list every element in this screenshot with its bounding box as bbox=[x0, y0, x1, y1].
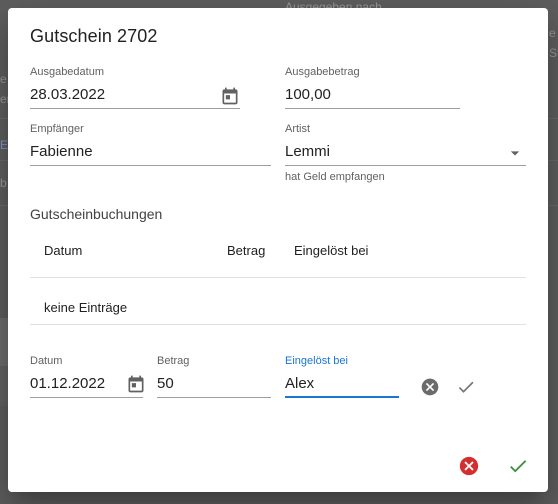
artist-hint: hat Geld empfangen bbox=[285, 171, 385, 183]
column-header-redeemed-at[interactable]: Eingelöst bei bbox=[294, 243, 368, 258]
artist-select[interactable]: Artist Lemmi bbox=[285, 123, 526, 169]
save-dialog-button[interactable] bbox=[505, 453, 531, 479]
issue-date-underline bbox=[30, 108, 240, 109]
issue-amount-field[interactable]: Ausgabebetrag 100,00 bbox=[285, 66, 460, 112]
table-header-divider bbox=[30, 277, 526, 278]
column-header-amount[interactable]: Betrag bbox=[227, 243, 265, 258]
calendar-icon[interactable] bbox=[124, 372, 148, 396]
issue-amount-underline bbox=[285, 108, 460, 109]
issue-amount-label: Ausgabebetrag bbox=[285, 66, 360, 78]
cancel-dialog-button[interactable] bbox=[456, 453, 482, 479]
column-header-date[interactable]: Datum bbox=[44, 243, 82, 258]
table-bottom-divider bbox=[30, 324, 526, 325]
bookings-section-title: Gutscheinbuchungen bbox=[30, 206, 163, 222]
arrow-drop-down-icon[interactable] bbox=[504, 142, 526, 164]
voucher-dialog: Gutschein 2702 Ausgabedatum 28.03.2022 A… bbox=[8, 8, 548, 492]
booking-amount-underline bbox=[157, 397, 271, 398]
recipient-underline bbox=[30, 165, 271, 166]
table-empty-message: keine Einträge bbox=[44, 300, 128, 315]
recipient-value[interactable]: Fabienne bbox=[30, 143, 93, 160]
check-icon bbox=[510, 460, 527, 473]
redeemed-at-value[interactable]: Alex bbox=[285, 375, 314, 392]
clear-booking-button[interactable] bbox=[418, 375, 442, 399]
bg-fragment: e bbox=[0, 72, 7, 86]
redeemed-at-label: Eingelöst bei bbox=[285, 355, 348, 367]
issue-amount-value[interactable]: 100,00 bbox=[285, 86, 331, 103]
issue-date-value[interactable]: 28.03.2022 bbox=[30, 86, 105, 103]
issue-date-field[interactable]: Ausgabedatum 28.03.2022 bbox=[30, 66, 240, 112]
dialog-title: Gutschein 2702 bbox=[30, 26, 158, 46]
redeemed-at-field[interactable]: Eingelöst bei Alex bbox=[285, 355, 399, 401]
artist-label: Artist bbox=[285, 123, 311, 135]
bg-fragment: e bbox=[549, 26, 556, 40]
calendar-icon[interactable] bbox=[218, 84, 242, 108]
confirm-booking-button[interactable] bbox=[454, 375, 478, 399]
cancel-circle-icon bbox=[459, 456, 479, 476]
booking-amount-value[interactable]: 50 bbox=[157, 375, 174, 392]
artist-value[interactable]: Lemmi bbox=[285, 143, 330, 160]
check-icon bbox=[458, 381, 474, 393]
booking-date-underline bbox=[30, 397, 143, 398]
cancel-circle-icon bbox=[421, 378, 439, 396]
recipient-label: Empfänger bbox=[30, 123, 84, 135]
booking-amount-field[interactable]: Betrag 50 bbox=[157, 355, 271, 401]
artist-underline bbox=[285, 165, 526, 166]
booking-amount-label: Betrag bbox=[157, 355, 190, 367]
recipient-field[interactable]: Empfänger Fabienne bbox=[30, 123, 271, 169]
bg-fragment: Sta bbox=[549, 46, 558, 60]
bg-fragment: b bbox=[0, 176, 7, 190]
booking-date-value[interactable]: 01.12.2022 bbox=[30, 375, 105, 392]
issue-date-label: Ausgabedatum bbox=[30, 66, 104, 78]
booking-date-label: Datum bbox=[30, 355, 63, 367]
redeemed-at-underline bbox=[285, 396, 399, 398]
